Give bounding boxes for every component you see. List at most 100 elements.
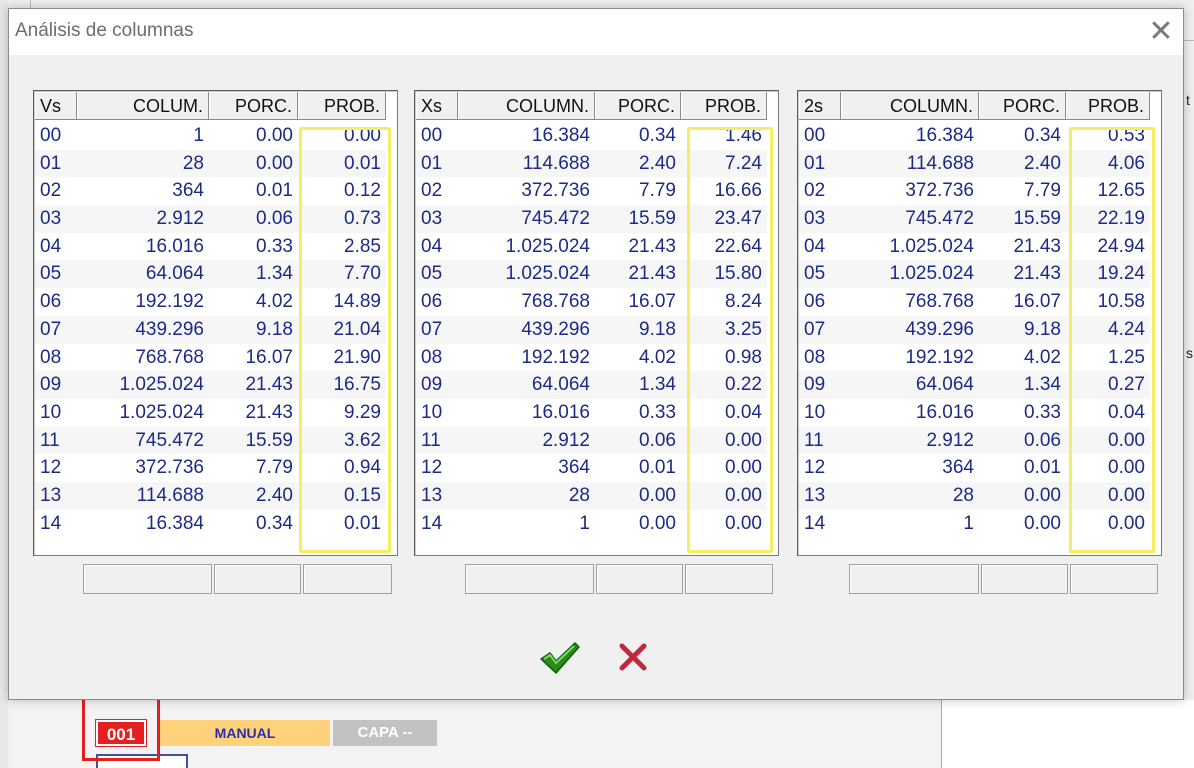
table-row[interactable]: 09 64.064 1.34 0.27	[799, 371, 1150, 399]
table-row[interactable]: 00 16.384 0.34 0.53	[799, 122, 1150, 150]
table-row[interactable]: 09 1.025.024 21.43 16.75	[35, 371, 386, 399]
row-index-cell: 04	[40, 235, 62, 257]
probability-cell: 21.04	[333, 318, 381, 340]
probability-cell: 0.00	[725, 484, 762, 506]
table-row[interactable]: 00 1 0.00 0.00	[35, 122, 386, 150]
table-body: 00 1 0.00 0.00 01 28 0.00 0.01 02 364 0.01 0.12 03 2.…	[35, 122, 386, 537]
bg-text-fragment: s	[1186, 345, 1193, 361]
table-row[interactable]: 13 114.688 2.40 0.15	[35, 481, 386, 510]
mode-badge[interactable]: MANUAL	[160, 720, 330, 746]
table-row[interactable]: 05 1.025.024 21.43 19.24	[799, 260, 1150, 289]
percent-cell: 2.40	[1024, 152, 1061, 174]
table-row[interactable]: 07 439.296 9.18 3.25	[416, 315, 767, 344]
probability-cell: 9.29	[344, 401, 381, 423]
table-row[interactable]: 07 439.296 9.18 4.24	[799, 315, 1150, 344]
table-row[interactable]: 06 768.768 16.07 8.24	[416, 288, 767, 316]
table-row[interactable]: 14 16.384 0.34 0.01	[35, 510, 386, 538]
column-count-cell: 114.688	[906, 152, 974, 174]
total-box	[981, 564, 1068, 594]
header-cell[interactable]: Xs	[416, 92, 458, 120]
table-row[interactable]: 04 1.025.024 21.43 24.94	[799, 233, 1150, 261]
column-count-cell: 364	[942, 457, 974, 479]
probability-cell: 0.04	[1108, 401, 1145, 423]
percent-cell: 0.01	[639, 457, 676, 479]
row-index-cell: 03	[40, 208, 62, 230]
column-count-cell: 28	[568, 484, 590, 506]
table-row[interactable]: 14 1 0.00 0.00	[799, 510, 1150, 538]
table-row[interactable]: 11 2.912 0.06 0.00	[416, 426, 767, 455]
table-row[interactable]: 01 114.688 2.40 4.06	[799, 149, 1150, 178]
percent-cell: 15.59	[245, 429, 293, 451]
percent-cell: 7.79	[639, 180, 676, 202]
table-row[interactable]: 13 28 0.00 0.00	[799, 481, 1150, 510]
probability-cell: 7.24	[725, 152, 762, 174]
table-row[interactable]: 01 114.688 2.40 7.24	[416, 149, 767, 178]
table-row[interactable]: 06 192.192 4.02 14.89	[35, 288, 386, 316]
table-row[interactable]: 12 364 0.01 0.00	[416, 454, 767, 482]
header-cell[interactable]: PROB.	[681, 92, 767, 120]
row-index-cell: 12	[40, 457, 62, 479]
table-row[interactable]: 03 745.472 15.59 22.19	[799, 205, 1150, 233]
header-cell[interactable]: COLUMN.	[458, 92, 595, 120]
table-row[interactable]: 07 439.296 9.18 21.04	[35, 315, 386, 344]
layer-badge[interactable]: CAPA --	[333, 720, 437, 746]
table-row[interactable]: 11 745.472 15.59 3.62	[35, 426, 386, 455]
table-row[interactable]: 02 364 0.01 0.12	[35, 177, 386, 205]
table-row[interactable]: 04 16.016 0.33 2.85	[35, 233, 386, 261]
row-index-cell: 11	[40, 429, 60, 451]
table-row[interactable]: 14 1 0.00 0.00	[416, 510, 767, 538]
close-button[interactable]: ✕	[1141, 13, 1181, 51]
table-row[interactable]: 11 2.912 0.06 0.00	[799, 426, 1150, 455]
table-row[interactable]: 12 364 0.01 0.00	[799, 454, 1150, 482]
row-index-cell: 10	[804, 401, 826, 423]
header-cell[interactable]: COLUM.	[77, 92, 209, 120]
table-row[interactable]: 03 745.472 15.59 23.47	[416, 205, 767, 233]
table-row[interactable]: 05 64.064 1.34 7.70	[35, 260, 386, 289]
table-row[interactable]: 02 372.736 7.79 16.66	[416, 177, 767, 205]
vs-table[interactable]: Vs COLUM. PORC. PROB. 00 1 0.00 0.00 01 28 0.0…	[33, 90, 398, 556]
xs-table[interactable]: Xs COLUMN. PORC. PROB. 00 16.384 0.34 1.46 0…	[414, 90, 779, 556]
header-cell[interactable]: PROB.	[298, 92, 386, 120]
probability-cell: 0.01	[344, 512, 381, 534]
header-cell[interactable]: Vs	[35, 92, 77, 120]
header-cell[interactable]: PORC.	[209, 92, 298, 120]
table-row[interactable]: 13 28 0.00 0.00	[416, 481, 767, 510]
header-cell[interactable]: 2s	[799, 92, 841, 120]
table-row[interactable]: 10 1.025.024 21.43 9.29	[35, 399, 386, 427]
table-row[interactable]: 10 16.016 0.33 0.04	[416, 399, 767, 427]
table-row[interactable]: 02 372.736 7.79 12.65	[799, 177, 1150, 205]
percent-cell: 16.07	[628, 291, 676, 313]
table-row[interactable]: 04 1.025.024 21.43 22.64	[416, 233, 767, 261]
cancel-button[interactable]	[611, 637, 655, 677]
percent-cell: 4.02	[1024, 346, 1061, 368]
row-index-cell: 08	[421, 346, 443, 368]
table-row[interactable]: 09 64.064 1.34 0.22	[416, 371, 767, 399]
table-row[interactable]: 06 768.768 16.07 10.58	[799, 288, 1150, 316]
row-index-cell: 14	[421, 512, 443, 534]
percent-cell: 0.33	[1024, 401, 1061, 423]
table-row[interactable]: 08 192.192 4.02 1.25	[799, 344, 1150, 372]
row-index-cell: 14	[40, 512, 62, 534]
table-row[interactable]: 08 768.768 16.07 21.90	[35, 344, 386, 372]
2s-table[interactable]: 2s COLUMN. PORC. PROB. 00 16.384 0.34 0.53 0…	[797, 90, 1162, 556]
row-index-cell: 08	[40, 346, 62, 368]
probability-cell: 0.01	[344, 152, 381, 174]
table-row[interactable]: 05 1.025.024 21.43 15.80	[416, 260, 767, 289]
header-cell[interactable]: PORC.	[979, 92, 1066, 120]
table-row[interactable]: 01 28 0.00 0.01	[35, 149, 386, 178]
column-count-cell: 28	[952, 484, 974, 506]
percent-cell: 0.34	[256, 512, 293, 534]
table-row[interactable]: 03 2.912 0.06 0.73	[35, 205, 386, 233]
column-count-cell: 1.025.024	[119, 401, 204, 423]
percent-cell: 21.43	[1013, 263, 1061, 285]
header-cell[interactable]: PROB.	[1066, 92, 1150, 120]
percent-cell: 0.00	[256, 125, 293, 146]
header-cell[interactable]: PORC.	[595, 92, 681, 120]
table-row[interactable]: 08 192.192 4.02 0.98	[416, 344, 767, 372]
table-row[interactable]: 10 16.016 0.33 0.04	[799, 399, 1150, 427]
header-cell[interactable]: COLUMN.	[841, 92, 979, 120]
table-row[interactable]: 00 16.384 0.34 1.46	[416, 122, 767, 150]
accept-button[interactable]	[535, 637, 583, 677]
table-row[interactable]: 12 372.736 7.79 0.94	[35, 454, 386, 482]
row-index-cell: 11	[804, 429, 824, 451]
